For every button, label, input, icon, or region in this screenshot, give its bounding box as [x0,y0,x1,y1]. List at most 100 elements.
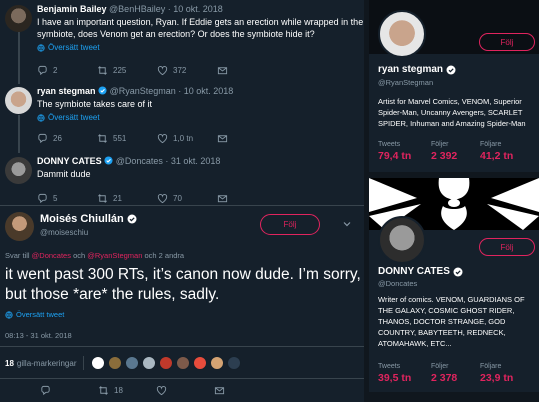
profile-card-donny: Följ DONNY CATES @Doncates Writer of com… [369,178,539,392]
stat-value: 39,5 tn [378,372,412,384]
reply-tweet-benjamin[interactable]: Benjamin Bailey @BenHBailey · 10 okt. 20… [0,3,364,76]
reply-icon [38,193,47,204]
liker-avatar[interactable] [91,356,106,370]
handle-time[interactable]: @Doncates · 31 okt. 2018 [116,156,221,166]
translate-label[interactable]: Översätt tweet [48,113,100,122]
reply-mention-link[interactable]: @Doncates [32,251,71,260]
stat-following[interactable]: Följer 2 378 [431,363,457,384]
heart-icon [156,386,167,396]
handle-time[interactable]: @BenHBailey · 10 okt. 2018 [109,4,223,14]
reply-mention-link[interactable]: @RyanStegman [87,251,142,260]
translate-link[interactable]: Översätt tweet [37,113,364,122]
verified-icon [104,156,113,165]
verified-icon [127,214,137,224]
follow-button[interactable]: Följ [479,238,535,256]
profile-card-ryan: Följ ryan stegman @RyanStegman Artist fo… [369,0,539,172]
reply-button[interactable] [40,385,98,396]
stat-tweets[interactable]: Tweets 39,5 tn [378,363,411,384]
tweet-timestamp[interactable]: 08:13 - 31 okt. 2018 [5,331,72,340]
message-button[interactable] [217,65,237,76]
author-name[interactable]: Moisés Chiullán [40,213,124,225]
tweet-text: The symbiote takes care of it [37,99,153,109]
globe-icon [37,113,45,122]
liker-avatar[interactable] [142,356,157,370]
stat-value: 2 378 [431,372,458,384]
profile-handle[interactable]: @RyanStegman [378,78,433,87]
follow-button[interactable]: Följ [260,214,320,235]
message-button[interactable] [214,385,272,396]
reply-suffix[interactable]: och 2 andra [142,251,184,260]
reply-button[interactable]: 5 [37,193,97,204]
like-button[interactable]: 1,0 tn [157,133,217,144]
stat-value: 41,2 tn [480,150,514,162]
reply-prefix: Svar till [5,251,32,260]
handle-time[interactable]: @RyanStegman · 10 okt. 2018 [110,86,234,96]
retweet-icon [98,194,107,203]
liker-avatar[interactable] [210,356,225,370]
divider [83,356,85,370]
retweet-button[interactable]: 18 [98,385,156,396]
stat-followers[interactable]: Följare 41,2 tn [480,141,513,162]
translate-label[interactable]: Översätt tweet [48,43,100,52]
like-count: 372 [173,66,187,75]
chevron-down-icon[interactable] [342,219,352,229]
verified-icon [98,86,107,95]
translate-label[interactable]: Översätt tweet [16,310,64,319]
like-count: 1,0 tn [173,134,194,143]
author-name[interactable]: ryan stegman [37,86,96,96]
translate-link[interactable]: Översätt tweet [5,310,64,319]
retweet-button[interactable]: 21 [97,193,157,204]
profile-name[interactable]: ryan stegman [378,64,456,75]
retweet-button[interactable]: 551 [97,133,157,144]
author-handle[interactable]: @moiseschiu [40,228,88,237]
liker-avatar[interactable] [176,356,191,370]
profile-avatar[interactable] [378,10,426,58]
like-button[interactable]: 372 [157,65,217,76]
reply-button[interactable]: 2 [37,65,97,76]
translate-link[interactable]: Översätt tweet [37,43,364,52]
author-name[interactable]: Benjamin Bailey [37,4,107,14]
stat-label: Följare [480,363,502,370]
profile-name-text[interactable]: DONNY CATES [378,266,450,277]
liker-avatar[interactable] [193,356,208,370]
avatar[interactable] [5,212,34,241]
globe-icon [5,310,13,319]
stat-tweets[interactable]: Tweets 79,4 tn [378,141,411,162]
tweet-text: Dammit dude [37,169,91,179]
profile-avatar[interactable] [378,216,426,264]
author-name[interactable]: DONNY CATES [37,156,102,166]
reply-tweet-donny[interactable]: DONNY CATES @Doncates · 31 okt. 2018 Dam… [0,155,364,204]
liker-avatar[interactable] [227,356,242,370]
reply-count: 5 [53,194,58,203]
envelope-icon [217,67,228,75]
likes-summary[interactable]: 18 gilla-markeringar [5,353,244,373]
reply-tweet-ryan[interactable]: ryan stegman @RyanStegman · 10 okt. 2018… [0,85,364,144]
reply-button[interactable]: 26 [37,133,97,144]
stat-following[interactable]: Följer 2 392 [431,141,457,162]
heart-icon [157,134,168,144]
message-button[interactable] [217,133,237,144]
profile-name[interactable]: DONNY CATES [378,266,463,277]
profile-handle[interactable]: @Doncates [378,279,417,288]
retweet-icon [99,386,108,395]
reply-count: 2 [53,66,58,75]
follow-button[interactable]: Följ [479,33,535,51]
stat-label: Tweets [378,141,401,148]
like-button[interactable]: 70 [157,193,217,204]
retweet-count: 551 [113,134,127,143]
liker-avatar[interactable] [108,356,123,370]
like-button[interactable] [156,385,214,396]
main-tweet-actions: 18 [40,385,272,396]
stat-label: Följare [480,141,502,148]
liker-avatar[interactable] [125,356,140,370]
heart-icon [157,66,168,76]
divider [0,205,364,206]
retweet-button[interactable]: 225 [97,65,157,76]
message-button[interactable] [217,193,237,204]
stat-value: 2 392 [431,150,458,162]
stat-followers[interactable]: Följare 23,9 tn [480,363,513,384]
profile-name-text[interactable]: ryan stegman [378,64,443,75]
profile-bio: Artist for Marvel Comics, VENOM, Superio… [378,97,526,128]
retweet-count: 18 [114,386,123,395]
liker-avatar[interactable] [159,356,174,370]
